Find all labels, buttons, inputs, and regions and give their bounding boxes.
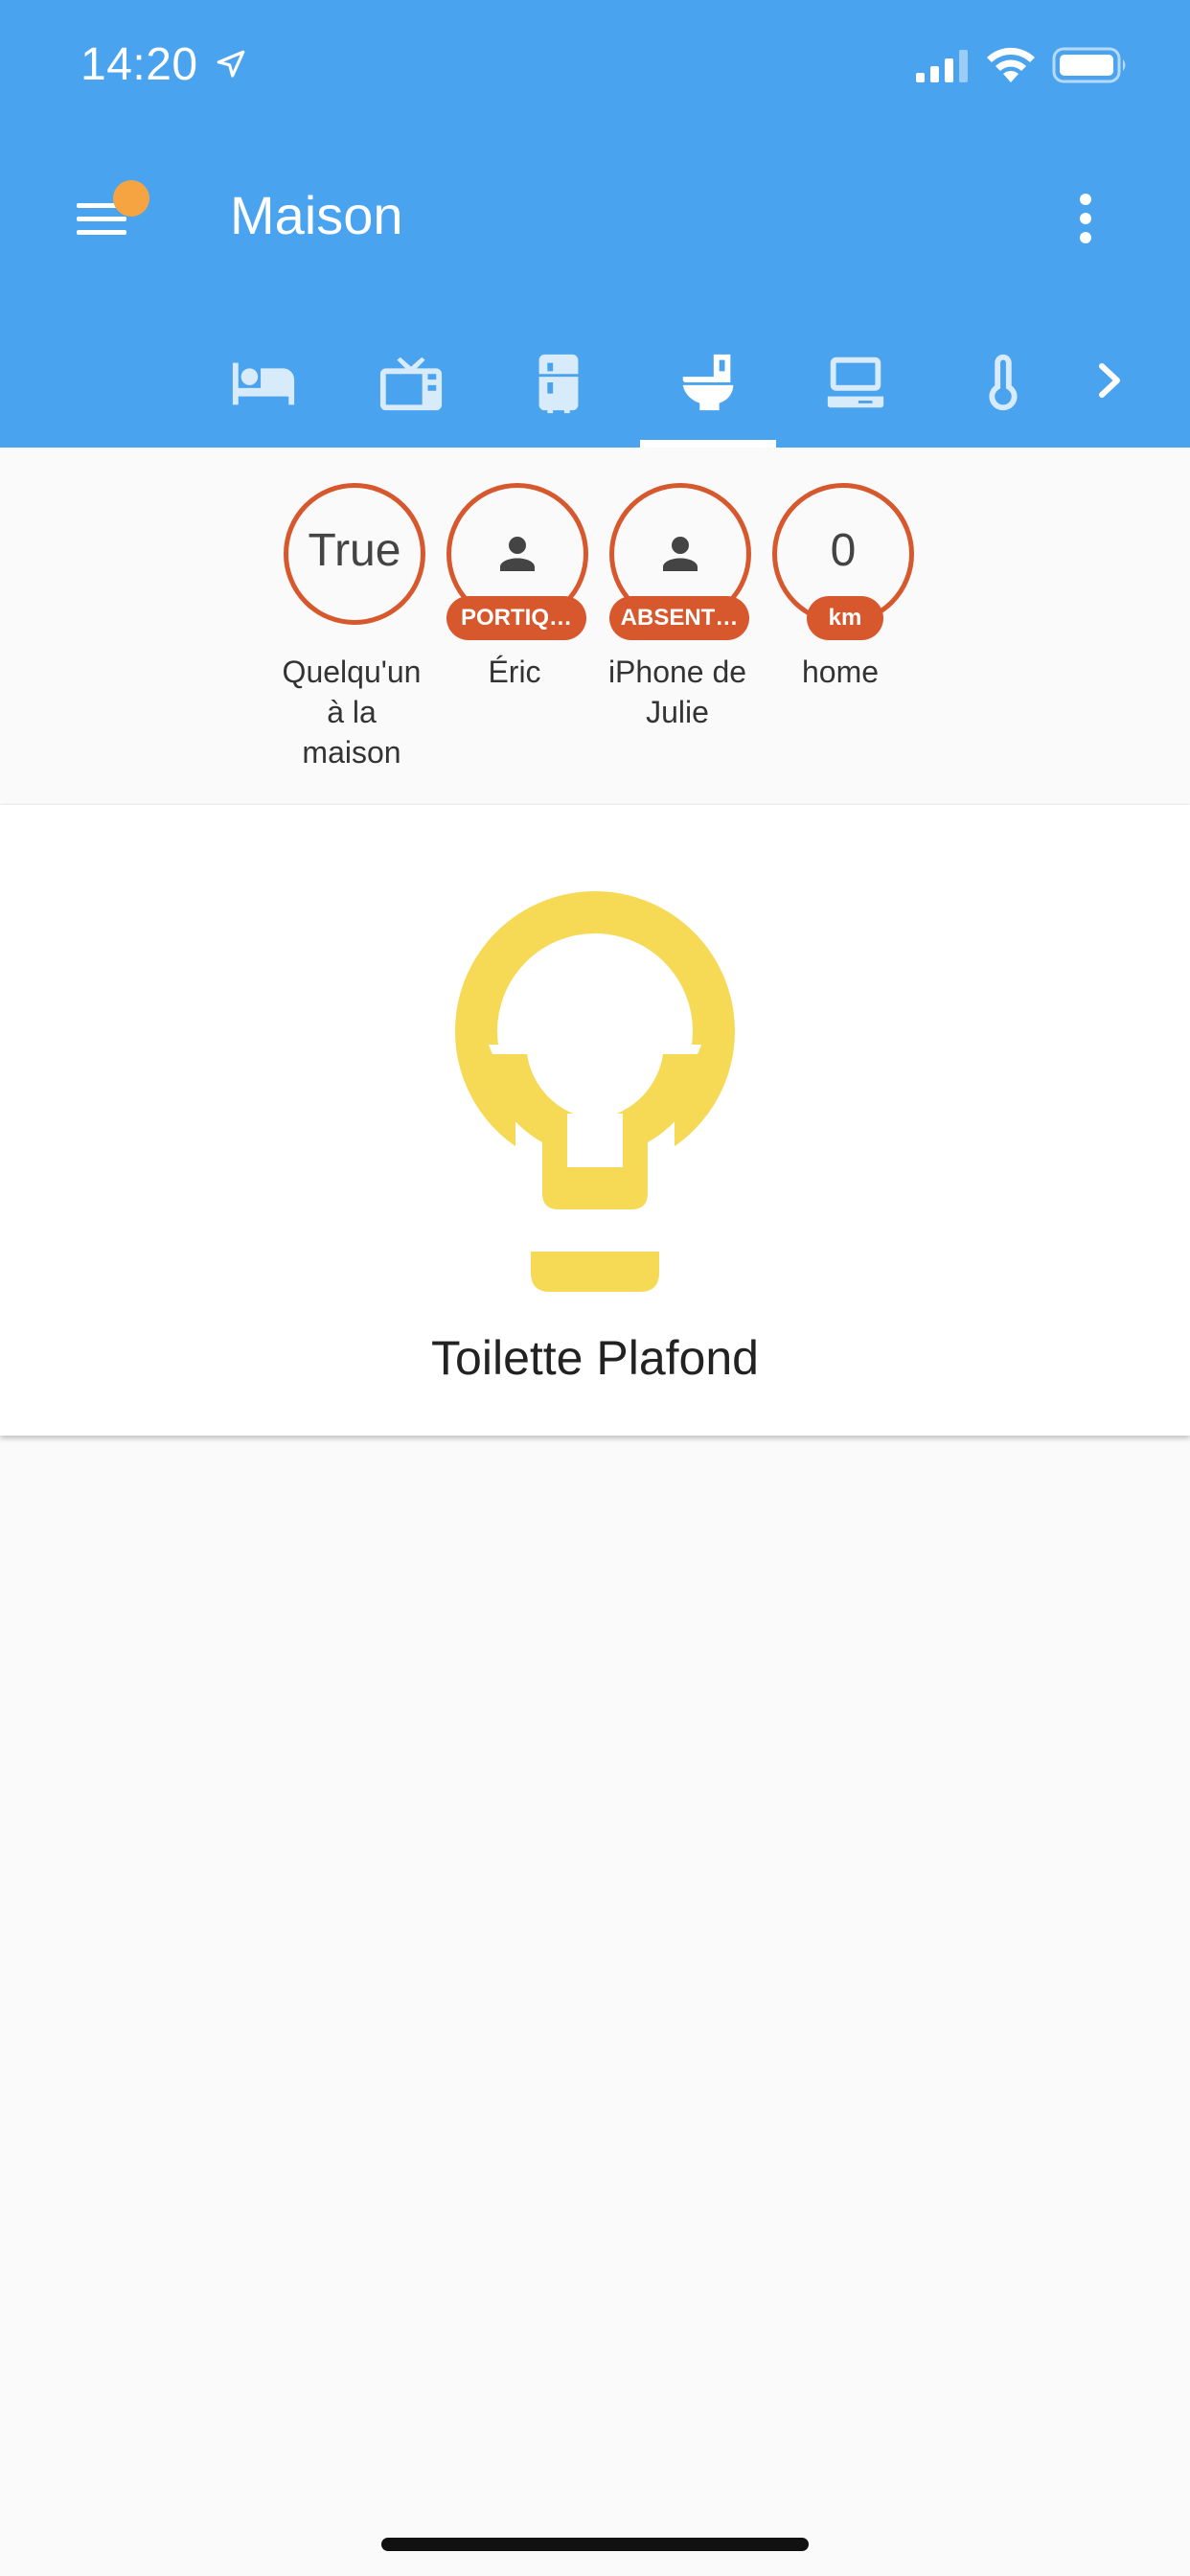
- location-arrow-icon: [217, 50, 245, 78]
- badge-chip: PORTIQ…: [446, 596, 586, 640]
- room-tabs: [0, 326, 1190, 448]
- tab-climate[interactable]: [935, 326, 1071, 448]
- light-card[interactable]: Toilette Plafond: [0, 805, 1190, 1436]
- cellular-signal-icon: [916, 50, 968, 82]
- fridge-icon: [538, 354, 579, 414]
- badge-value: True: [308, 525, 401, 576]
- status-time: 14:20: [80, 39, 198, 90]
- badge-label: Quelqu'un à la maison: [282, 655, 422, 770]
- home-indicator[interactable]: [381, 2538, 809, 2551]
- badge-value: 0: [830, 525, 857, 576]
- thermometer-icon: [989, 354, 1018, 411]
- page-title: Maison: [230, 185, 403, 245]
- badge-chip: ABSENT…: [609, 596, 749, 640]
- tv-icon: [379, 356, 443, 411]
- badge-chip: km: [807, 596, 883, 640]
- badge-circle: True: [284, 483, 425, 625]
- notification-dot: [113, 180, 149, 217]
- bed-icon: [232, 362, 295, 405]
- person-icon: [500, 537, 535, 571]
- tab-bathroom[interactable]: [640, 326, 776, 448]
- tab-bedroom[interactable]: [195, 326, 332, 448]
- lightbulb-icon[interactable]: [450, 891, 740, 1294]
- chevron-right-icon[interactable]: [1087, 347, 1134, 414]
- tab-kitchen[interactable]: [491, 326, 627, 448]
- laptop-icon: [827, 356, 884, 408]
- person-icon: [663, 537, 698, 571]
- tab-office[interactable]: [788, 326, 924, 448]
- badge-label: Éric: [488, 655, 541, 689]
- wifi-icon: [987, 47, 1035, 82]
- badge-label: home: [801, 655, 880, 689]
- app-header: 14:20 Maison: [0, 0, 1190, 448]
- badge-label: iPhone de Julie: [607, 655, 747, 729]
- tab-living-room[interactable]: [343, 326, 479, 448]
- tab-selected-indicator: [640, 440, 776, 448]
- battery-icon: [1052, 47, 1126, 83]
- more-options-icon[interactable]: [1062, 188, 1110, 249]
- toilet-icon: [682, 354, 734, 411]
- light-label: Toilette Plafond: [431, 1331, 759, 1385]
